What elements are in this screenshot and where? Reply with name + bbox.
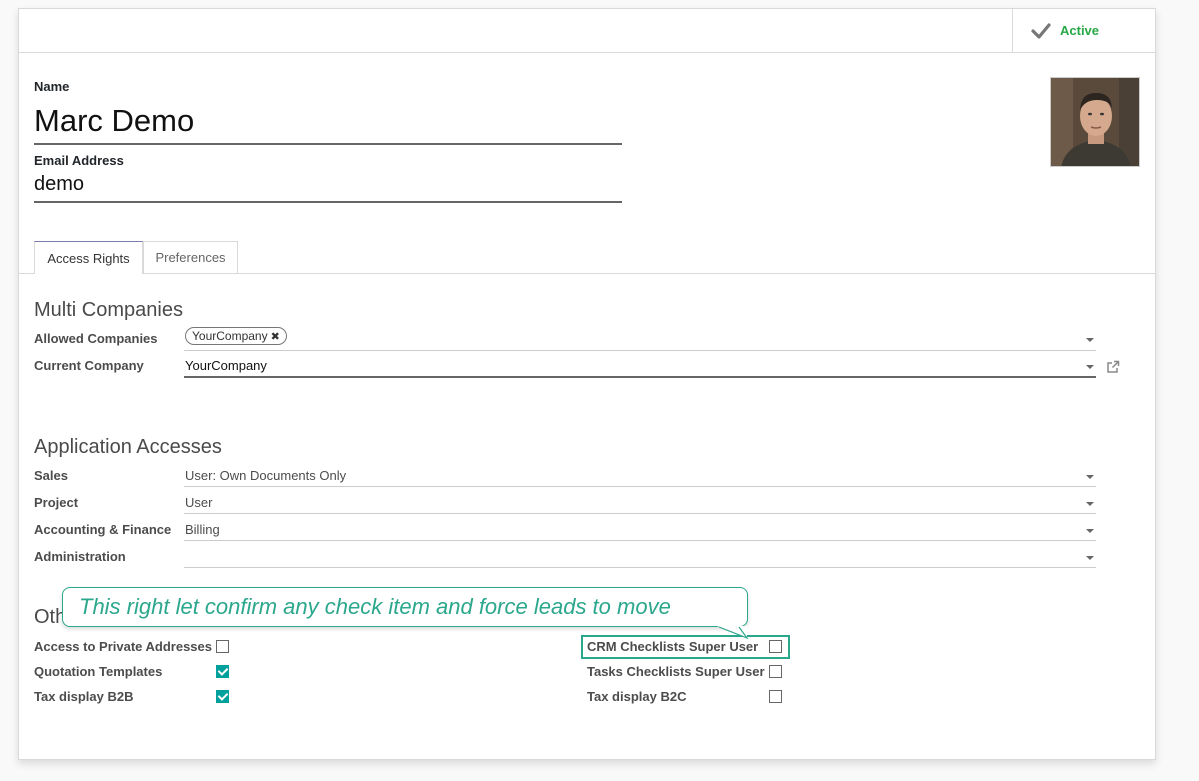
- callout-pointer: [717, 626, 749, 640]
- company-tag: YourCompany ✖: [185, 327, 287, 345]
- button-box: Active: [19, 9, 1155, 53]
- active-toggle-button[interactable]: Active: [1012, 9, 1155, 52]
- company-tag-label: YourCompany: [192, 329, 268, 343]
- remove-tag-icon[interactable]: ✖: [271, 330, 280, 343]
- current-company-value: YourCompany: [185, 358, 267, 373]
- callout-text: This right let confirm any check item an…: [79, 594, 671, 619]
- chevron-down-icon: [1086, 338, 1094, 342]
- check-icon: [1031, 22, 1051, 39]
- private-addresses-checkbox[interactable]: [216, 640, 229, 653]
- email-label: Email Address: [34, 153, 124, 168]
- allowed-companies-label: Allowed Companies: [34, 331, 158, 346]
- multi-companies-title: Multi Companies: [34, 299, 183, 321]
- name-field[interactable]: Marc Demo: [34, 101, 622, 145]
- accounting-value: Billing: [185, 522, 220, 537]
- annotation-callout: This right let confirm any check item an…: [62, 587, 748, 627]
- crm-checklists-label: CRM Checklists Super User: [587, 639, 759, 654]
- tax-b2b-checkbox[interactable]: [216, 690, 229, 703]
- chevron-down-icon: [1086, 529, 1094, 533]
- tax-b2b-label: Tax display B2B: [34, 689, 134, 704]
- sales-select[interactable]: User: Own Documents Only: [184, 465, 1096, 487]
- project-select[interactable]: User: [184, 492, 1096, 514]
- accounting-select[interactable]: Billing: [184, 519, 1096, 541]
- tab-preferences[interactable]: Preferences: [143, 241, 238, 273]
- project-value: User: [185, 495, 213, 510]
- name-label: Name: [34, 79, 70, 94]
- tasks-checklists-label: Tasks Checklists Super User: [587, 664, 765, 679]
- allowed-companies-field[interactable]: YourCompany ✖: [184, 327, 1096, 351]
- quotation-templates-checkbox[interactable]: [216, 665, 229, 678]
- sales-label: Sales: [34, 468, 68, 483]
- sales-value: User: Own Documents Only: [185, 468, 347, 483]
- email-field[interactable]: demo: [34, 173, 622, 203]
- current-company-field[interactable]: YourCompany: [184, 355, 1096, 378]
- chevron-down-icon: [1086, 502, 1094, 506]
- private-addresses-label: Access to Private Addresses: [34, 639, 213, 654]
- tax-b2c-checkbox[interactable]: [769, 690, 782, 703]
- user-form-sheet: Active Name Marc Demo Email Address demo…: [18, 8, 1156, 760]
- form-tabs: Access Rights Preferences: [19, 241, 1155, 274]
- avatar[interactable]: [1050, 77, 1140, 167]
- accounting-label: Accounting & Finance: [34, 522, 172, 537]
- crm-checklists-checkbox[interactable]: [769, 640, 782, 653]
- tax-b2c-label: Tax display B2C: [587, 689, 687, 704]
- tab-access-rights[interactable]: Access Rights: [34, 241, 143, 274]
- administration-label: Administration: [34, 549, 126, 564]
- chevron-down-icon: [1086, 365, 1094, 369]
- external-link-icon[interactable]: [1106, 360, 1120, 374]
- avatar-image: [1051, 78, 1139, 166]
- tasks-checklists-checkbox[interactable]: [769, 665, 782, 678]
- application-accesses-title: Application Accesses: [34, 436, 222, 458]
- administration-select[interactable]: [184, 546, 1096, 568]
- quotation-templates-label: Quotation Templates: [34, 664, 163, 679]
- current-company-label: Current Company: [34, 358, 144, 373]
- chevron-down-icon: [1086, 475, 1094, 479]
- project-label: Project: [34, 495, 79, 510]
- active-label: Active: [1060, 23, 1100, 38]
- chevron-down-icon: [1086, 556, 1094, 560]
